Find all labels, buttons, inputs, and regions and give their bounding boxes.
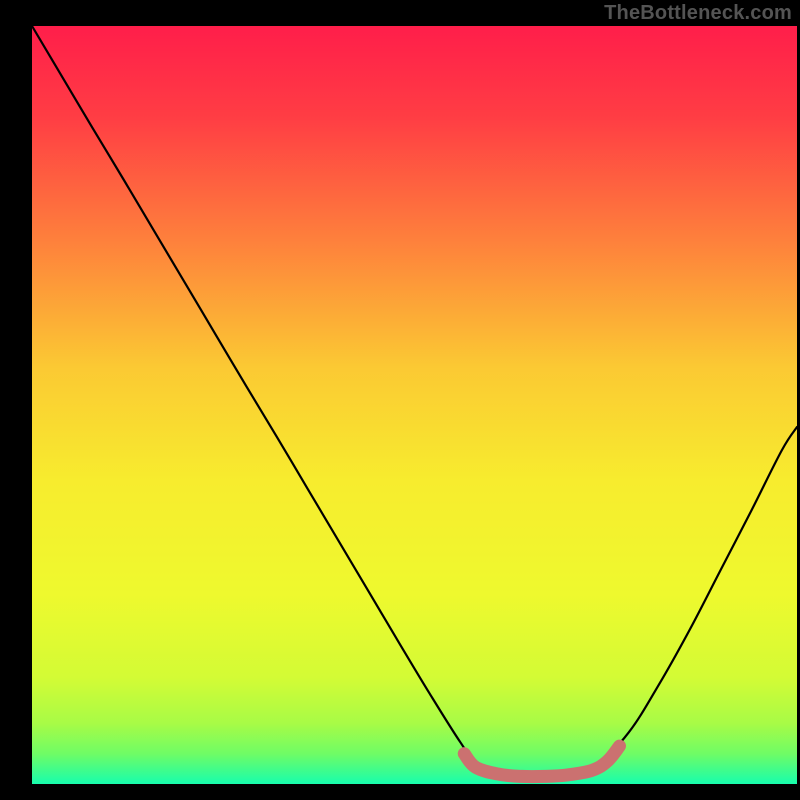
bottleneck-chart [0, 0, 800, 800]
